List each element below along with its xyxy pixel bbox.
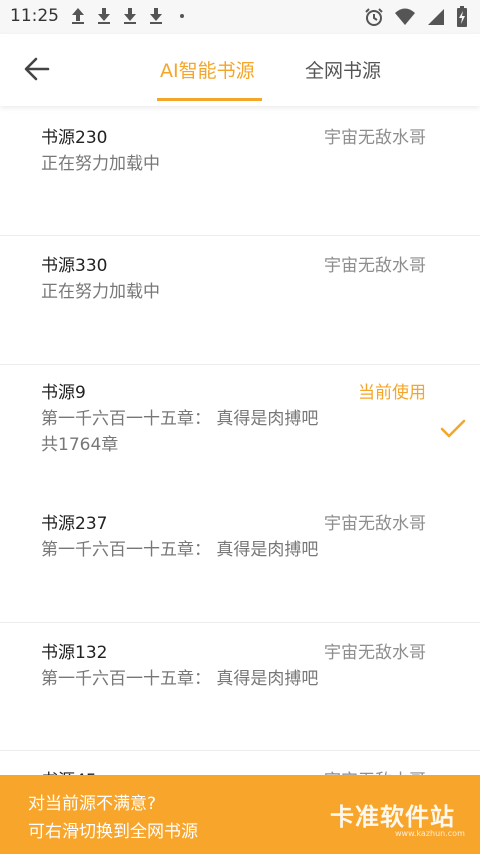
download-icon	[150, 8, 162, 24]
source-latest-chapter: 第一千六百一十五章： 真得是肉搏吧	[41, 669, 319, 689]
status-bar: 11:25	[0, 0, 480, 34]
check-icon	[440, 419, 466, 438]
watermark-logo: 卡准软件站	[330, 803, 455, 831]
source-item[interactable]: 书源132 宇宙无敌水哥 第一千六百一十五章： 真得是肉搏吧	[0, 622, 480, 751]
source-name: 书源45	[41, 766, 97, 775]
source-author: 宇宙无敌水哥	[324, 643, 426, 663]
system-icons	[364, 6, 468, 28]
source-chapter-count: 共1764章	[41, 435, 119, 455]
wifi-icon	[395, 8, 415, 25]
arrow-left-icon	[24, 57, 50, 81]
tab-ai-sources[interactable]: AI智能书源	[160, 56, 255, 102]
source-item[interactable]: 书源230 宇宙无敌水哥 正在努力加载中	[0, 107, 480, 236]
source-item-current[interactable]: 书源9 当前使用 第一千六百一十五章： 真得是肉搏吧 共1764章	[0, 364, 480, 493]
upload-icon	[72, 8, 84, 24]
signal-icon	[428, 9, 444, 25]
source-name: 书源132	[41, 643, 108, 663]
download-icon	[98, 8, 110, 24]
source-item[interactable]: 书源237 宇宙无敌水哥 第一千六百一十五章： 真得是肉搏吧	[0, 493, 480, 623]
source-author: 宇宙无敌水哥	[324, 766, 426, 775]
source-name: 书源9	[41, 383, 86, 403]
tab-ai-sources-label: AI智能书源	[160, 60, 255, 82]
download-icon	[124, 8, 136, 24]
back-button[interactable]	[22, 54, 52, 84]
switch-source-hint-banner[interactable]: 对当前源不满意? 可右滑切换到全网书源 卡准软件站 www.kazhun.com	[0, 775, 480, 854]
source-latest-chapter: 正在努力加载中	[41, 282, 160, 302]
more-notifications-dot	[180, 14, 184, 18]
hint-subtitle: 可右滑切换到全网书源	[28, 822, 198, 842]
source-name: 书源237	[41, 514, 108, 534]
hint-title: 对当前源不满意?	[28, 794, 157, 814]
source-author: 宇宙无敌水哥	[324, 514, 426, 534]
source-latest-chapter: 第一千六百一十五章： 真得是肉搏吧	[41, 409, 319, 429]
tab-all-sources-label: 全网书源	[305, 60, 382, 82]
current-source-label: 当前使用	[358, 383, 426, 403]
notification-icons	[70, 7, 184, 25]
source-author: 宇宙无敌水哥	[324, 256, 426, 276]
source-latest-chapter: 正在努力加载中	[41, 154, 160, 174]
battery-icon	[457, 6, 467, 27]
source-item[interactable]: 书源330 宇宙无敌水哥 正在努力加载中	[0, 235, 480, 365]
active-tab-indicator	[157, 98, 262, 101]
source-latest-chapter: 第一千六百一十五章： 真得是肉搏吧	[41, 540, 319, 560]
source-name: 书源230	[41, 128, 108, 148]
source-list[interactable]: 书源230 宇宙无敌水哥 正在努力加载中 书源330 宇宙无敌水哥 正在努力加载…	[0, 107, 480, 775]
tab-all-sources[interactable]: 全网书源	[305, 56, 381, 102]
alarm-icon	[365, 8, 383, 26]
status-time: 11:25	[10, 6, 59, 26]
source-item[interactable]: 书源45 宇宙无敌水哥	[0, 750, 480, 775]
source-name: 书源330	[41, 256, 108, 276]
app-header: AI智能书源 全网书源	[0, 34, 480, 106]
watermark-url: www.kazhun.com	[395, 829, 465, 838]
source-author: 宇宙无敌水哥	[324, 128, 426, 148]
